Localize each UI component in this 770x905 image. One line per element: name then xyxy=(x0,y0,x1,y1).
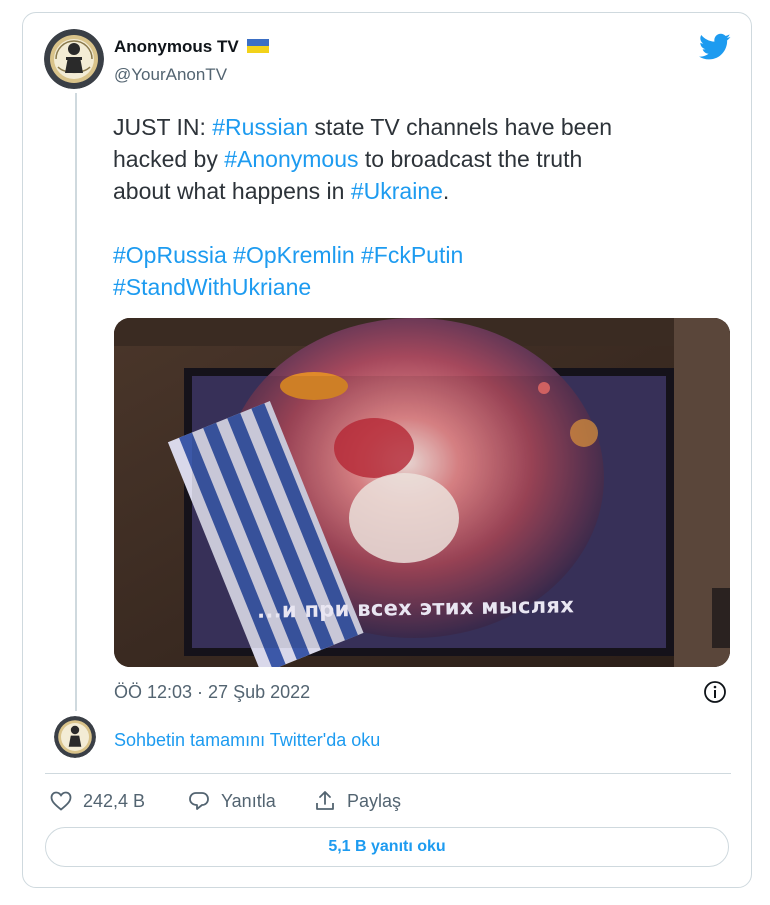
tweet-line-2: hacked by #Anonymous to broadcast the tr… xyxy=(113,146,583,172)
author-name[interactable]: Anonymous TV xyxy=(114,37,270,57)
thread-avatar[interactable] xyxy=(54,716,96,758)
ukraine-flag-icon xyxy=(247,38,270,53)
info-icon[interactable] xyxy=(703,680,727,704)
share-icon xyxy=(316,791,334,810)
tweet-text: JUST IN: #Russian state TV channels have… xyxy=(113,111,713,303)
read-full-thread-link[interactable]: Sohbetin tamamını Twitter'da oku xyxy=(114,730,380,751)
author-handle[interactable]: @YourAnonTV xyxy=(114,65,227,85)
tweet-card: Anonymous TV @YourAnonTV JUST IN: #Russi… xyxy=(22,12,752,888)
hashtag-link[interactable]: #StandWithUkriane xyxy=(113,274,311,300)
heart-icon xyxy=(50,791,72,811)
twitter-bird-icon[interactable] xyxy=(699,33,731,61)
reply-button[interactable]: Yanıtla xyxy=(187,789,276,813)
author-avatar[interactable] xyxy=(44,29,104,89)
tweet-line-3: about what happens in #Ukraine. xyxy=(113,178,450,204)
tweet-hashtags-2: #StandWithUkriane xyxy=(113,271,713,303)
anonymous-logo-icon xyxy=(54,716,96,758)
hashtag-link[interactable]: #OpRussia xyxy=(113,242,227,268)
tweet-line-1: JUST IN: #Russian state TV channels have… xyxy=(113,114,613,140)
share-label: Paylaş xyxy=(347,790,402,811)
tweet-video[interactable]: ...и при всех этих мыслях xyxy=(114,318,730,667)
divider xyxy=(45,773,731,774)
reply-label: Yanıtla xyxy=(221,790,276,811)
anonymous-logo-icon xyxy=(44,29,104,89)
like-button[interactable]: 242,4 B xyxy=(49,789,145,813)
hashtag-link[interactable]: #Ukraine xyxy=(351,178,443,204)
read-replies-button[interactable]: 5,1 B yanıtı oku xyxy=(45,827,729,867)
tweet-hashtags-1: #OpRussia #OpKremlin #FckPutin xyxy=(113,239,713,271)
share-button[interactable]: Paylaş xyxy=(313,789,401,813)
hashtag-link[interactable]: #Anonymous xyxy=(224,146,358,172)
hashtag-link[interactable]: #FckPutin xyxy=(361,242,463,268)
hashtag-link[interactable]: #OpKremlin xyxy=(233,242,354,268)
tweet-timestamp[interactable]: ÖÖ 12:03 · 27 Şub 2022 xyxy=(114,682,310,703)
thread-line xyxy=(75,93,77,711)
hashtag-link[interactable]: #Russian xyxy=(212,114,308,140)
like-count: 242,4 B xyxy=(83,790,146,811)
reply-bubble-icon xyxy=(189,792,209,810)
